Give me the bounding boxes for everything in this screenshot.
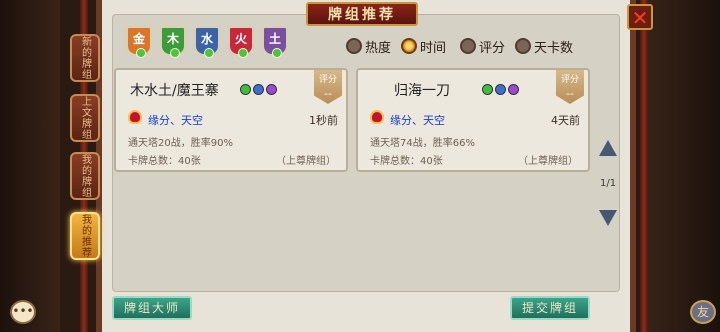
sort-option-popularity[interactable]: 热度 [346, 36, 391, 56]
radio-icon [460, 38, 476, 54]
deck-source: （上尊牌组） [518, 156, 578, 167]
side-tab-my-recommend[interactable]: 我的推荐 [70, 212, 100, 260]
card-total: 卡牌总数：40张 [128, 156, 201, 167]
earth-gem-icon [266, 84, 277, 95]
close-button[interactable]: ✕ [627, 4, 653, 30]
close-icon: ✕ [631, 6, 649, 30]
post-time: 4天前 [551, 114, 580, 127]
deck-card[interactable]: 归海一刀 评分 -- 缘分、天空 4天前 通天塔74战，胜率66% 卡牌总数：4… [356, 68, 590, 172]
radio-icon [515, 38, 531, 54]
sort-label: 时间 [420, 40, 447, 56]
background-left [0, 0, 60, 332]
deck-stats: 通天塔20战，胜率90% [128, 138, 233, 149]
score-label: 评分 [318, 75, 337, 85]
medal-icon [370, 110, 384, 124]
element-label: 金 [132, 32, 145, 46]
deck-stats: 通天塔74战，胜率66% [370, 138, 475, 149]
side-tab-uploaded-deck[interactable]: 上文牌组 [70, 94, 100, 142]
friend-glyph: 友 [696, 305, 709, 319]
check-icon [136, 48, 146, 58]
sort-option-card-count[interactable]: 天卡数 [515, 36, 573, 56]
wood-gem-icon [240, 84, 251, 95]
wood-gem-icon [482, 84, 493, 95]
author-name[interactable]: 缘分、天空 [390, 112, 445, 128]
element-filter-metal[interactable]: 金 [126, 26, 152, 58]
earth-gem-icon [508, 84, 519, 95]
element-label: 火 [234, 32, 247, 46]
background-right [640, 0, 720, 332]
element-filter-fire[interactable]: 火 [228, 26, 254, 58]
water-gem-icon [495, 84, 506, 95]
deck-name: 木水土/魔王寨 [130, 83, 219, 99]
check-icon [272, 48, 282, 58]
sort-label: 评分 [479, 40, 506, 56]
score-badge: 评分 -- [556, 70, 584, 104]
side-tab-label: 我的牌组 [79, 154, 91, 198]
author-name[interactable]: 缘分、天空 [148, 112, 203, 128]
post-time: 1秒前 [309, 114, 338, 127]
deck-elements [482, 84, 519, 95]
element-label: 土 [268, 32, 281, 46]
element-filter-water[interactable]: 水 [194, 26, 220, 58]
score-badge: 评分 -- [314, 70, 342, 104]
side-tab-label: 上文牌组 [79, 96, 91, 140]
submit-deck-button[interactable]: 提交牌组 [510, 296, 590, 320]
medal-icon [128, 110, 142, 124]
check-icon [238, 48, 248, 58]
sort-label: 热度 [365, 40, 392, 56]
water-gem-icon [253, 84, 264, 95]
check-icon [204, 48, 214, 58]
friend-icon[interactable]: 友 [690, 300, 716, 324]
sort-label: 天卡数 [534, 40, 574, 56]
element-label: 水 [200, 32, 213, 46]
chat-icon[interactable]: ••• [10, 300, 36, 324]
card-total: 卡牌总数：40张 [370, 156, 443, 167]
side-tab-new-deck[interactable]: 新的牌组 [70, 34, 100, 82]
score-value: -- [566, 87, 574, 100]
element-filter-earth[interactable]: 土 [262, 26, 288, 58]
chat-glyph: ••• [12, 304, 34, 318]
side-tab-label: 我的推荐 [79, 214, 91, 258]
page-indicator: 1/1 [600, 178, 617, 189]
sort-option-rating[interactable]: 评分 [460, 36, 505, 56]
page-title: 牌组推荐 [306, 2, 418, 26]
sort-option-time[interactable]: 时间 [401, 36, 446, 56]
radio-icon [346, 38, 362, 54]
deck-name: 归海一刀 [394, 83, 450, 99]
check-icon [170, 48, 180, 58]
radio-selected-icon [401, 38, 417, 54]
side-tab-label: 新的牌组 [79, 36, 91, 80]
deck-elements [240, 84, 277, 95]
deck-source: （上尊牌组） [276, 156, 336, 167]
score-label: 评分 [560, 75, 579, 85]
page-up-arrow-icon[interactable] [599, 140, 617, 156]
page-down-arrow-icon[interactable] [599, 210, 617, 226]
element-label: 木 [166, 32, 179, 46]
side-tab-my-deck[interactable]: 我的牌组 [70, 152, 100, 200]
deck-card[interactable]: 木水土/魔王寨 评分 -- 缘分、天空 1秒前 通天塔20战，胜率90% 卡牌总… [114, 68, 348, 172]
score-value: -- [324, 87, 332, 100]
deck-master-button[interactable]: 牌组大师 [112, 296, 192, 320]
element-filter-wood[interactable]: 木 [160, 26, 186, 58]
right-pillar [640, 0, 648, 332]
